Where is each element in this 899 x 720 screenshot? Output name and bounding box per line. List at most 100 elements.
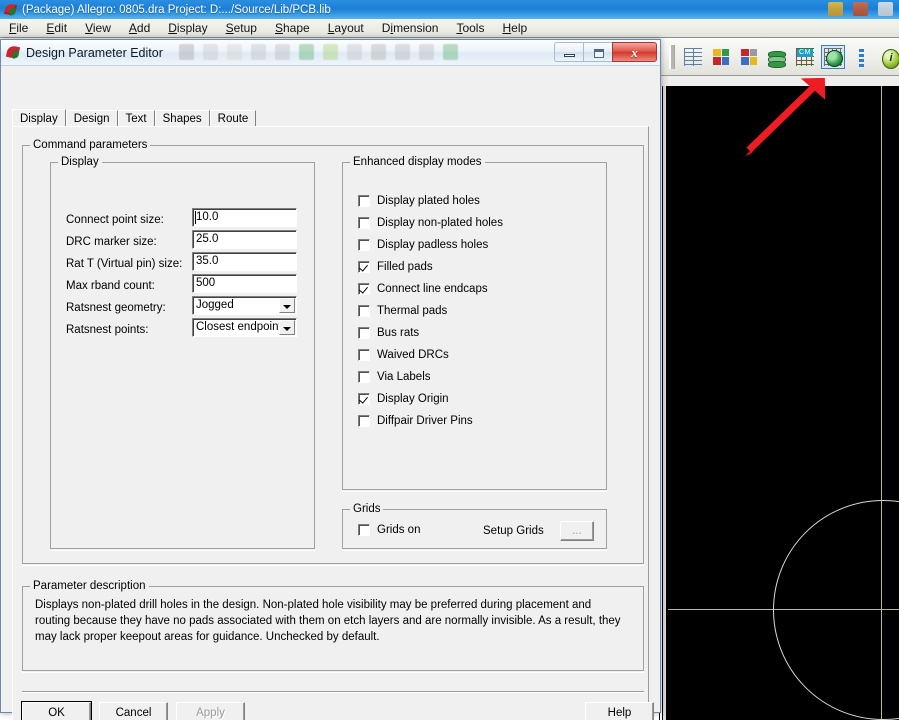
checkbox-display-origin[interactable] bbox=[358, 393, 370, 405]
label-drc-marker-size: DRC marker size: bbox=[66, 235, 157, 248]
layer-stack-icon[interactable] bbox=[765, 45, 789, 69]
checkbox-row-waived-drcs[interactable]: Waived DRCs bbox=[358, 347, 449, 363]
checkbox-row-display-origin[interactable]: Display Origin bbox=[358, 391, 449, 407]
info-icon[interactable]: i bbox=[877, 45, 899, 69]
label-ratsnest-points: Ratsnest points: bbox=[66, 323, 149, 336]
menu-help[interactable]: Help bbox=[493, 20, 536, 37]
checkbox-row-display-non-plated-holes[interactable]: Display non-plated holes bbox=[358, 215, 503, 231]
checkbox-grids-on[interactable] bbox=[358, 524, 370, 536]
color-palette-icon[interactable] bbox=[709, 45, 733, 69]
group-display: Display Connect point size: 10.0 DRC mar… bbox=[50, 156, 315, 551]
chevron-down-icon[interactable] bbox=[279, 298, 295, 313]
label-thermal-pads: Thermal pads bbox=[377, 305, 448, 317]
checkbox-display-padless-holes[interactable] bbox=[358, 239, 370, 251]
checkbox-row-via-labels[interactable]: Via Labels bbox=[358, 369, 431, 385]
input-drc-marker-size[interactable]: 25.0 bbox=[192, 230, 297, 249]
subclass-visibility-icon[interactable] bbox=[737, 45, 761, 69]
label-max-rband-count: Max rband count: bbox=[66, 279, 155, 292]
checkbox-thermal-pads[interactable] bbox=[358, 305, 370, 317]
checkbox-diffpair-driver-pins[interactable] bbox=[358, 415, 370, 427]
toolbar-grip-handle[interactable] bbox=[669, 44, 675, 69]
dialog-tabstrip[interactable]: Display Design Text Shapes Route bbox=[12, 109, 257, 128]
select-ratsnest-geometry[interactable]: Jogged bbox=[192, 296, 297, 315]
grid-table-icon[interactable] bbox=[681, 45, 705, 69]
app-titlebar: (Package) Allegro: 0805.dra Project: D:.… bbox=[0, 0, 899, 19]
dialog-titlebar[interactable]: Design Parameter Editor x bbox=[1, 40, 660, 66]
menu-edit[interactable]: Edit bbox=[37, 20, 76, 37]
tab-page-display: Command parameters Display Connect point… bbox=[12, 126, 654, 720]
menu-setup[interactable]: Setup bbox=[217, 20, 266, 37]
dialog-titlebar-ghost-icons bbox=[179, 44, 458, 60]
menu-file[interactable]: File bbox=[0, 20, 37, 37]
menu-display[interactable]: Display bbox=[159, 20, 216, 37]
dots-ruler-icon[interactable] bbox=[849, 45, 873, 69]
chevron-down-icon[interactable] bbox=[279, 320, 295, 335]
menu-layout[interactable]: Layout bbox=[319, 20, 373, 37]
dialog-window-buttons: x bbox=[554, 42, 657, 62]
group-grids-legend: Grids bbox=[350, 503, 384, 515]
label-connect-point-size: Connect point size: bbox=[66, 213, 164, 226]
checkbox-filled-pads[interactable] bbox=[358, 261, 370, 273]
ok-button[interactable]: OK bbox=[22, 702, 91, 720]
allegro-leaf-icon bbox=[5, 44, 21, 60]
menu-view[interactable]: View bbox=[76, 20, 120, 37]
checkbox-row-filled-pads[interactable]: Filled pads bbox=[358, 259, 433, 275]
checkbox-bus-rats[interactable] bbox=[358, 327, 370, 339]
checkbox-row-connect-line-endcaps[interactable]: Connect line endcaps bbox=[358, 281, 488, 297]
apply-button[interactable]: Apply bbox=[176, 702, 245, 720]
label-display-origin: Display Origin bbox=[377, 393, 449, 405]
menu-tools[interactable]: Tools bbox=[447, 20, 493, 37]
design-parameter-editor-dialog: Design Parameter Editor x Display Design… bbox=[0, 39, 661, 720]
checkbox-row-display-plated-holes[interactable]: Display plated holes bbox=[358, 193, 480, 209]
input-connect-point-size[interactable]: 10.0 bbox=[192, 208, 297, 227]
color-visibility-globe-icon[interactable] bbox=[821, 44, 845, 69]
label-diffpair-driver-pins: Diffpair Driver Pins bbox=[377, 415, 473, 427]
checkbox-row-thermal-pads[interactable]: Thermal pads bbox=[358, 303, 447, 319]
checkbox-waived-drcs[interactable] bbox=[358, 349, 370, 361]
checkbox-row-display-padless-holes[interactable]: Display padless holes bbox=[358, 237, 488, 253]
setup-grids-button[interactable]: ... bbox=[560, 521, 594, 541]
tab-text[interactable]: Text bbox=[117, 110, 155, 127]
group-parameter-description-legend: Parameter description bbox=[30, 580, 149, 592]
tab-design[interactable]: Design bbox=[65, 110, 118, 127]
group-enhanced-display-modes-legend: Enhanced display modes bbox=[350, 156, 485, 168]
checkbox-via-labels[interactable] bbox=[358, 371, 370, 383]
checkbox-display-plated-holes[interactable] bbox=[358, 195, 370, 207]
checkbox-row-grids-on[interactable]: Grids on bbox=[358, 522, 420, 538]
menu-add[interactable]: Add bbox=[120, 20, 159, 37]
field-row-connect-point-size: Connect point size: bbox=[66, 210, 164, 229]
field-row-rat-t-size: Rat T (Virtual pin) size: bbox=[66, 254, 182, 273]
checkbox-display-non-plated-holes[interactable] bbox=[358, 217, 370, 229]
pcb-design-canvas[interactable] bbox=[668, 86, 899, 720]
checkbox-row-bus-rats[interactable]: Bus rats bbox=[358, 325, 419, 341]
input-max-rband-count[interactable]: 500 bbox=[192, 274, 297, 293]
label-bus-rats: Bus rats bbox=[377, 327, 420, 339]
tab-shapes[interactable]: Shapes bbox=[154, 110, 210, 127]
checkbox-row-diffpair-driver-pins[interactable]: Diffpair Driver Pins bbox=[358, 413, 473, 429]
label-grids-on: Grids on bbox=[377, 524, 421, 536]
help-button[interactable]: Help bbox=[585, 702, 654, 720]
group-parameter-description: Parameter description Displays non-plate… bbox=[22, 580, 644, 673]
checkbox-connect-line-endcaps[interactable] bbox=[358, 283, 370, 295]
app-menubar[interactable]: File Edit View Add Display Setup Shape L… bbox=[0, 19, 899, 38]
maximize-button[interactable] bbox=[583, 42, 612, 62]
button-bar-separator bbox=[22, 691, 644, 693]
app-titlebar-ghost-icons bbox=[828, 2, 893, 16]
cancel-button[interactable]: Cancel bbox=[99, 702, 168, 720]
canvas-arrow-layer bbox=[668, 86, 899, 720]
menu-dimension[interactable]: Dimension bbox=[373, 20, 448, 37]
constraint-manager-icon[interactable]: CM bbox=[793, 45, 817, 69]
group-grids: Grids Grids on Setup Grids ... bbox=[342, 503, 607, 551]
input-rat-t-size[interactable]: 35.0 bbox=[192, 252, 297, 271]
screen-root: (Package) Allegro: 0805.dra Project: D:.… bbox=[0, 0, 899, 720]
menu-shape[interactable]: Shape bbox=[266, 20, 319, 37]
select-ratsnest-points[interactable]: Closest endpoint bbox=[192, 318, 297, 337]
dialog-title-text: Design Parameter Editor bbox=[26, 45, 163, 60]
label-ratsnest-geometry: Ratsnest geometry: bbox=[66, 301, 166, 314]
tab-route[interactable]: Route bbox=[209, 110, 257, 127]
close-button[interactable]: x bbox=[612, 42, 657, 62]
group-display-legend: Display bbox=[58, 156, 102, 168]
minimize-button[interactable] bbox=[554, 42, 583, 62]
label-via-labels: Via Labels bbox=[377, 371, 431, 383]
label-display-plated-holes: Display plated holes bbox=[377, 195, 480, 207]
